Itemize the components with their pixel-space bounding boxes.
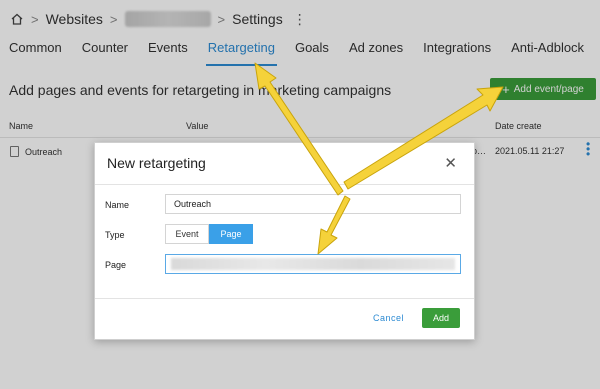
type-event-button[interactable]: Event <box>165 224 209 244</box>
name-field[interactable]: Outreach <box>165 194 461 214</box>
type-label: Type <box>105 230 125 240</box>
close-icon[interactable]: ✕ <box>444 154 457 172</box>
type-page-button[interactable]: Page <box>209 224 253 244</box>
page-label: Page <box>105 260 127 270</box>
name-label: Name <box>105 200 130 210</box>
dialog-title: New retargeting <box>107 155 206 171</box>
page-url-field[interactable] <box>165 254 461 274</box>
cancel-button[interactable]: Cancel <box>373 313 404 323</box>
new-retargeting-dialog: New retargeting ✕ Name Outreach Type Eve… <box>94 142 475 340</box>
dialog-divider <box>95 298 474 299</box>
add-button[interactable]: Add <box>422 308 460 328</box>
type-toggle: Event Page <box>165 224 253 244</box>
dialog-divider <box>95 184 474 185</box>
page-url-redacted <box>171 258 455 270</box>
